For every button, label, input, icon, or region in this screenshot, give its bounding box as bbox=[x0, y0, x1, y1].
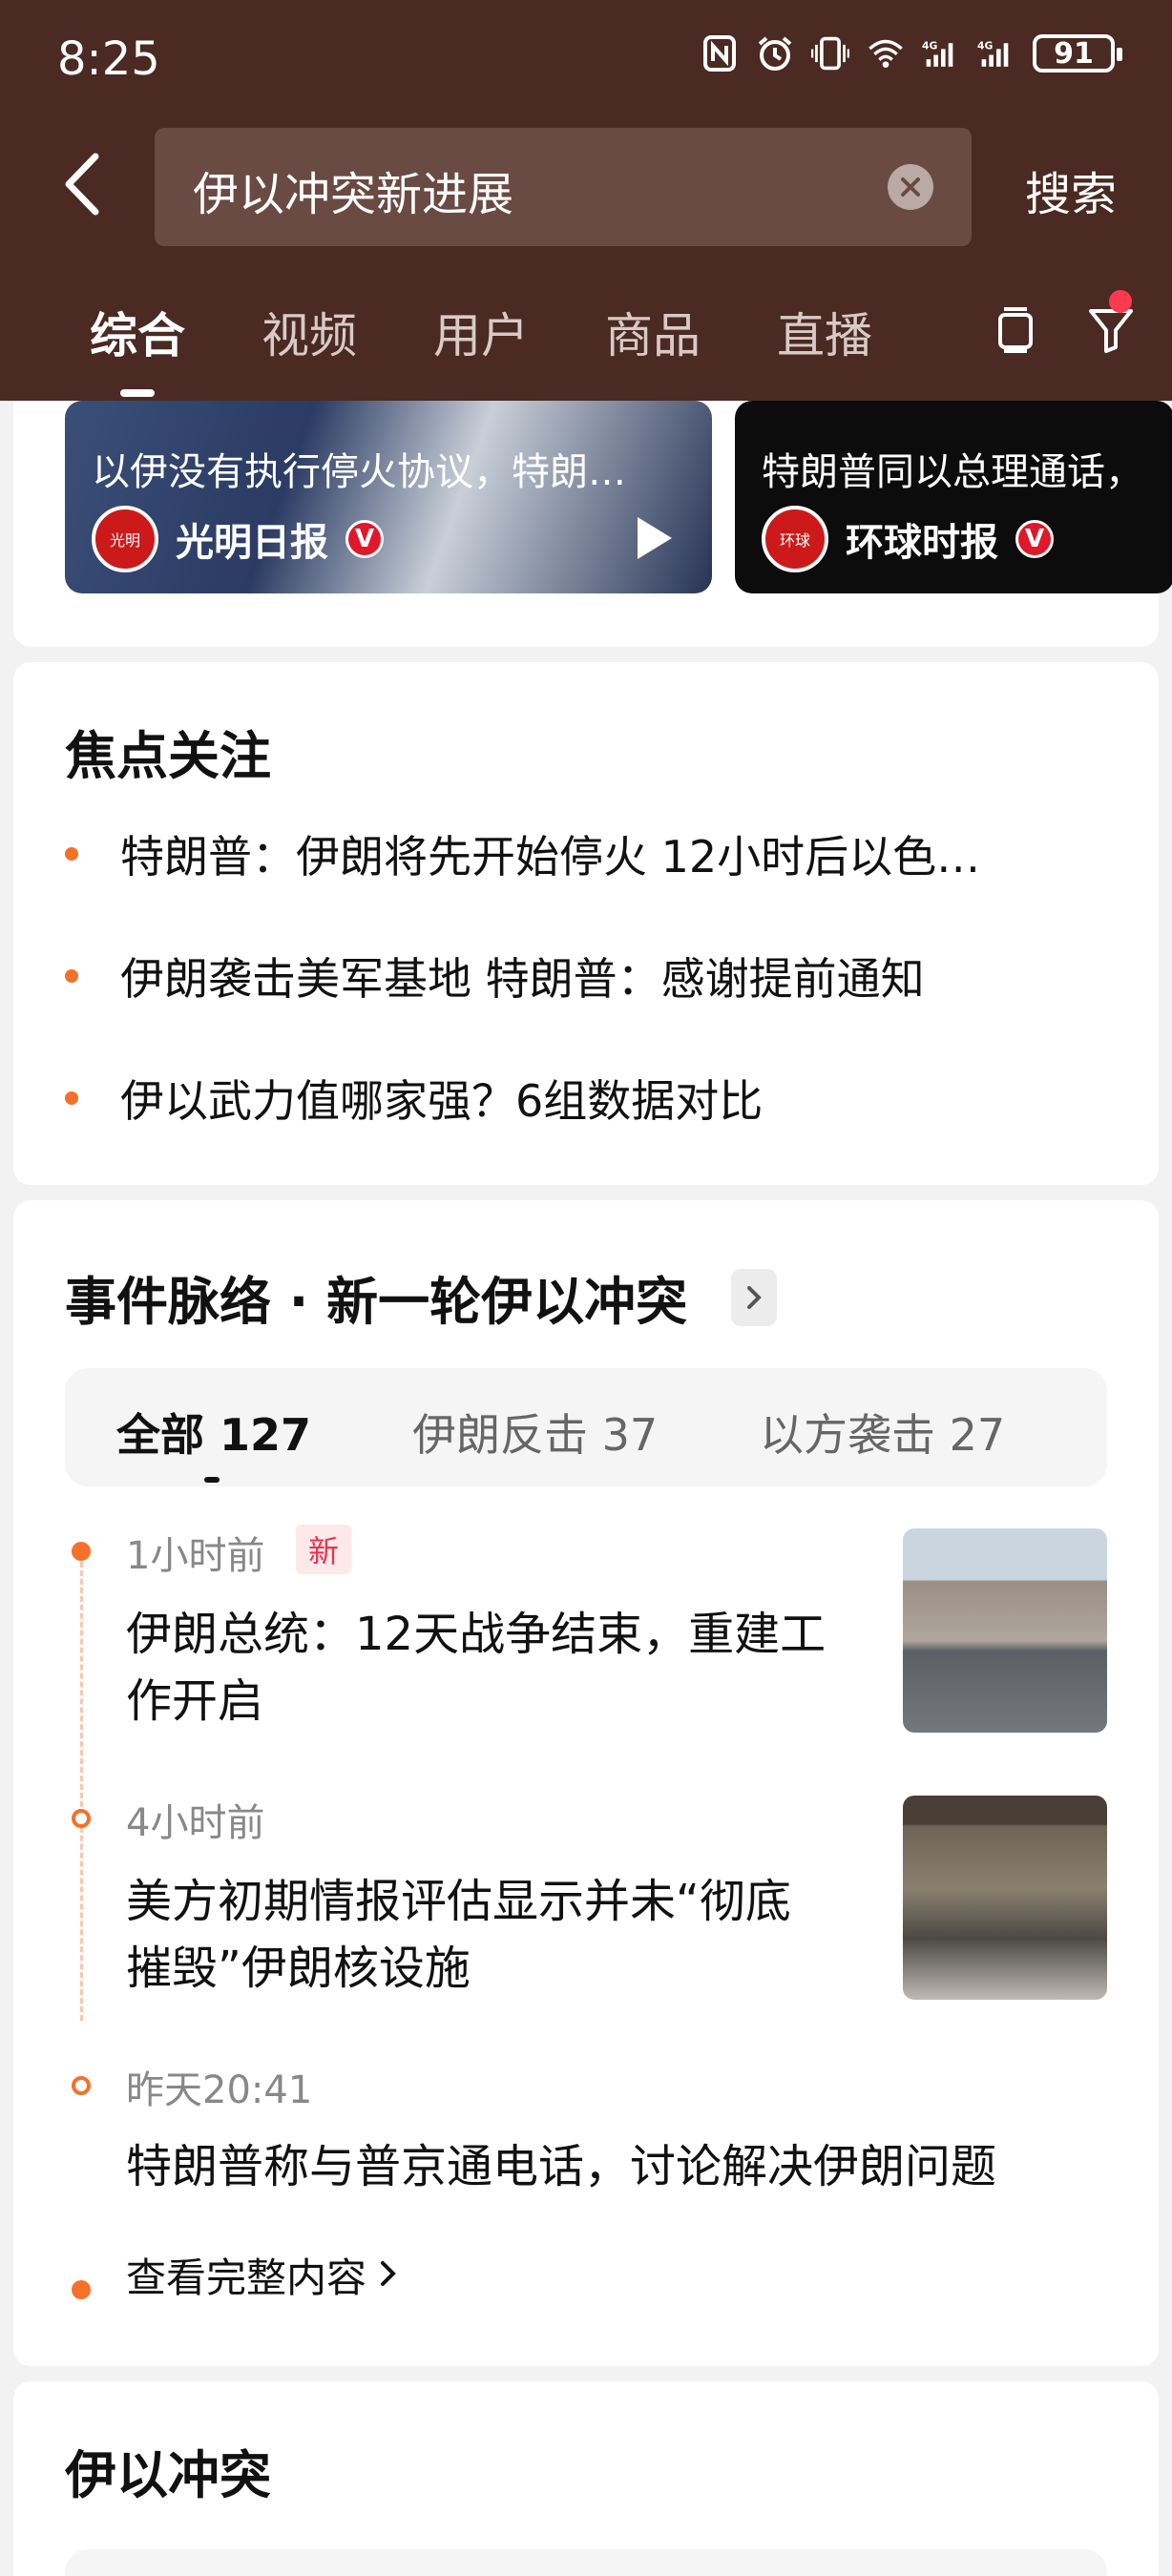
svg-text:4G: 4G bbox=[922, 39, 937, 52]
chevron-right-icon[interactable] bbox=[731, 1269, 777, 1326]
chevron-right-icon bbox=[380, 2259, 397, 2292]
play-icon[interactable] bbox=[638, 517, 672, 559]
signal-4g-icon: 4G bbox=[977, 34, 1015, 73]
tab-bar: 综合 视频 用户 商品 直播 bbox=[0, 286, 1172, 401]
focus-item-text: 伊朗袭击美军基地 特朗普：感谢提前通知 bbox=[120, 953, 925, 1005]
tab-live[interactable]: 直播 bbox=[777, 298, 872, 366]
bullet-icon bbox=[65, 969, 78, 983]
section-title: 伊以冲突 bbox=[65, 2445, 271, 2505]
timeline-dot bbox=[72, 2280, 91, 2299]
source-logo: 环球 bbox=[762, 506, 828, 572]
timeline-dot bbox=[72, 1809, 91, 1828]
timeline-line bbox=[80, 1553, 83, 2021]
search-query[interactable]: 伊以冲突新进展 bbox=[193, 156, 513, 223]
video-source: 光明 光明日报 V bbox=[92, 506, 384, 572]
tab-overflow bbox=[945, 296, 968, 363]
event-thumbnail[interactable] bbox=[903, 1528, 1107, 1733]
event-headline[interactable]: 伊朗总统：12天战争结束，重建工 作开启 bbox=[126, 1601, 889, 1735]
signal-4g-icon: 4G bbox=[922, 34, 960, 73]
app-header: 8:25 4G 4G 91 伊以冲突新进展 搜索 综合 视频 用户 商品 直播 bbox=[0, 0, 1172, 401]
verified-icon: V bbox=[1015, 520, 1054, 558]
active-filter-indicator bbox=[204, 1477, 220, 1483]
filter-all[interactable]: 全部 127 bbox=[116, 1401, 311, 1464]
search-button[interactable]: 搜索 bbox=[1025, 156, 1117, 223]
event-time: 昨天20:41 bbox=[126, 2068, 313, 2112]
active-tab-indicator bbox=[120, 389, 155, 397]
source-name: 光明日报 bbox=[176, 521, 328, 565]
event-timeline-section: 事件脉络 · 新一轮伊以冲突 全部 127 伊朗反击 37 以方袭击 27 美 … bbox=[13, 1200, 1159, 2366]
focus-item[interactable]: 伊以武力值哪家强？6组数据对比 bbox=[65, 1067, 763, 1130]
new-badge: 新 bbox=[296, 1525, 351, 1574]
focus-item[interactable]: 特朗普：伊朗将先开始停火 12小时后以色… bbox=[65, 822, 980, 885]
event-headline-line: 美方初期情报评估显示并未“彻底 bbox=[126, 1875, 791, 1928]
status-time: 8:25 bbox=[57, 32, 160, 86]
vibrate-icon bbox=[811, 34, 849, 73]
tab-comprehensive[interactable]: 综合 bbox=[90, 298, 185, 366]
notification-dot bbox=[1109, 290, 1132, 313]
video-title: 以伊没有执行停火协议，特朗… bbox=[92, 450, 626, 494]
verified-icon: V bbox=[345, 520, 384, 558]
event-headline-line: 伊朗总统：12天战争结束，重建工 bbox=[126, 1608, 827, 1661]
alarm-icon bbox=[756, 34, 794, 73]
source-logo: 光明 bbox=[92, 506, 158, 572]
clear-icon[interactable] bbox=[888, 164, 933, 210]
timeline-dot bbox=[72, 2076, 91, 2095]
section-title[interactable]: 事件脉络 · 新一轮伊以冲突 bbox=[65, 1259, 687, 1335]
filter-iran-counter[interactable]: 伊朗反击 37 bbox=[412, 1401, 658, 1464]
video-card[interactable]: 以伊没有执行停火协议，特朗… 光明 光明日报 V bbox=[65, 401, 712, 593]
event-headline[interactable]: 美方初期情报评估显示并未“彻底 摧毁”伊朗核设施 bbox=[126, 1868, 889, 2002]
tab-video[interactable]: 视频 bbox=[262, 298, 357, 366]
search-input[interactable]: 伊以冲突新进展 bbox=[155, 128, 972, 246]
back-icon[interactable] bbox=[57, 151, 115, 218]
event-thumbnail[interactable] bbox=[903, 1796, 1107, 2000]
source-name: 环球时报 bbox=[846, 521, 998, 565]
timeline-dot bbox=[72, 1542, 91, 1561]
tab-users[interactable]: 用户 bbox=[433, 298, 529, 366]
layout-icon[interactable] bbox=[987, 301, 1044, 359]
tab-products[interactable]: 商品 bbox=[605, 298, 701, 366]
timeline-filter-bar: 全部 127 伊朗反击 37 以方袭击 27 美 bbox=[65, 1368, 1107, 1486]
event-headline-line: 作开启 bbox=[126, 1674, 264, 1728]
focus-item[interactable]: 伊朗袭击美军基地 特朗普：感谢提前通知 bbox=[65, 945, 925, 1008]
search-row: 伊以冲突新进展 搜索 bbox=[0, 128, 1172, 246]
event-time: 1小时前 bbox=[126, 1534, 265, 1578]
section-content-preview bbox=[65, 2549, 1107, 2576]
video-results: 以伊没有执行停火协议，特朗… 光明 光明日报 V 特朗普同以总理通话， 环球 环… bbox=[13, 363, 1172, 647]
video-title: 特朗普同以总理通话， bbox=[762, 450, 1143, 494]
conflict-section: 伊以冲突 bbox=[13, 2381, 1159, 2576]
focus-section: 焦点关注 特朗普：伊朗将先开始停火 12小时后以色… 伊朗袭击美军基地 特朗普：… bbox=[13, 662, 1159, 1185]
event-headline[interactable]: 特朗普称与普京通电话，讨论解决伊朗问题 bbox=[126, 2133, 996, 2200]
event-time: 4小时前 bbox=[126, 1801, 265, 1845]
status-bar: 8:25 4G 4G 91 bbox=[0, 0, 1172, 118]
filter-israel-strike[interactable]: 以方袭击 27 bbox=[760, 1401, 1005, 1464]
bullet-icon bbox=[65, 1091, 78, 1105]
video-source: 环球 环球时报 V bbox=[762, 506, 1054, 572]
battery-icon: 91 bbox=[1033, 34, 1122, 73]
svg-text:4G: 4G bbox=[977, 39, 993, 52]
view-full-content-link[interactable]: 查看完整内容 bbox=[126, 2246, 397, 2304]
event-headline-line: 摧毁”伊朗核设施 bbox=[126, 1942, 471, 1995]
focus-item-text: 伊以武力值哪家强？6组数据对比 bbox=[120, 1075, 764, 1127]
focus-item-text: 特朗普：伊朗将先开始停火 12小时后以色… bbox=[120, 831, 981, 883]
video-card[interactable]: 特朗普同以总理通话， 环球 环球时报 V bbox=[735, 401, 1172, 593]
section-title: 焦点关注 bbox=[65, 726, 271, 786]
nfc-icon bbox=[701, 34, 739, 73]
filter-icon[interactable] bbox=[1082, 301, 1140, 359]
view-full-content-label: 查看完整内容 bbox=[126, 2254, 367, 2301]
bullet-icon bbox=[65, 847, 78, 861]
status-icons: 4G 4G 91 bbox=[701, 34, 1122, 73]
wifi-icon bbox=[867, 34, 905, 73]
